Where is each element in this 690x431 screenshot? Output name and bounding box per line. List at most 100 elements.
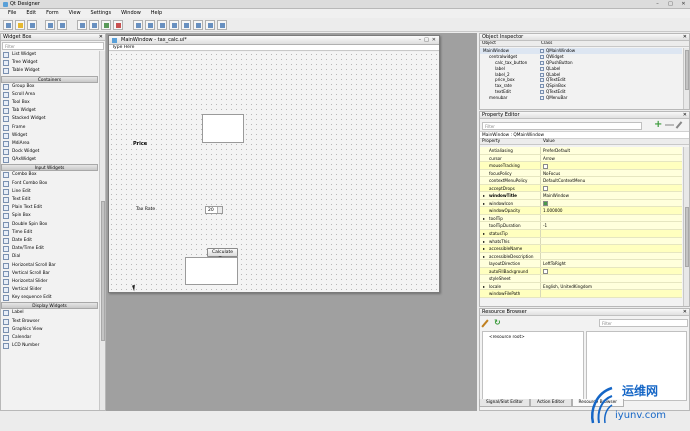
dock-close-icon[interactable]: ✕ [683,309,687,316]
expand-arrow-icon[interactable]: ▸ [483,245,485,252]
property-value-cell[interactable] [541,245,682,252]
add-property-icon[interactable]: + [654,120,662,130]
object-inspector-scrollbar[interactable] [683,48,689,109]
property-value-cell[interactable] [541,238,682,245]
close-button[interactable]: ✕ [679,1,688,7]
expand-arrow-icon[interactable]: ▸ [483,200,485,207]
scrollbar-thumb[interactable] [685,207,689,267]
property-row[interactable]: ▸ statusTip [480,230,682,238]
property-value-cell[interactable] [541,268,682,275]
widget-box-item[interactable]: Scroll Area [1,91,98,99]
maximize-button[interactable]: □ [666,1,675,7]
menu-window[interactable]: Window [116,9,146,18]
tax-rate-label[interactable]: Tax Rate [136,207,155,212]
edit-tab-order-button[interactable] [113,20,123,30]
spin-arrows-icon[interactable] [217,207,222,213]
form-maximize-button[interactable]: □ [424,36,429,45]
property-row[interactable]: mouseTracking [480,162,682,170]
form-layout-button[interactable] [181,20,191,30]
menu-edit[interactable]: Edit [21,9,41,18]
form-close-button[interactable]: ✕ [432,36,436,45]
result-text-edit[interactable] [185,257,238,285]
lay-out-horizontally-button[interactable] [133,20,143,30]
widget-box-item[interactable]: Stacked Widget [1,115,98,123]
menu-file[interactable]: File [3,9,21,18]
edit-widgets-button[interactable] [77,20,87,30]
widget-category[interactable]: Containers [1,75,98,83]
col-object[interactable]: Object [480,41,539,46]
expand-arrow-icon[interactable]: ▸ [483,215,485,222]
adjust-size-button[interactable] [217,20,227,30]
remove-property-icon[interactable] [665,124,674,126]
widget-box-item[interactable]: Text Browser [1,318,98,326]
vsplitter-button[interactable] [169,20,179,30]
property-row[interactable]: autoFillBackground [480,267,682,276]
widget-box-item[interactable]: Tab Widget [1,107,98,115]
property-value-cell[interactable]: NoFocus [541,170,682,177]
property-value-cell[interactable]: Arrow [541,155,682,162]
expand-arrow-icon[interactable]: ▸ [483,253,485,260]
widget-box-item[interactable]: Date/Time Edit [1,245,98,253]
property-value-cell[interactable] [541,230,682,237]
expand-arrow-icon[interactable]: ▸ [483,238,485,245]
widget-box-item[interactable]: Key sequence Edit [1,294,98,302]
property-checkbox[interactable] [543,201,548,207]
resource-root-item[interactable]: <resource root> [489,335,525,340]
widget-box-item[interactable]: Frame [1,124,98,132]
property-value-cell[interactable]: English, UnitedKingdom [541,283,682,290]
widget-box-item[interactable]: Graphics View [1,326,98,334]
property-editor-scrollbar[interactable] [683,147,689,306]
widget-box-item[interactable]: Dock Widget [1,148,98,156]
edit-buddies-button[interactable] [101,20,111,30]
widget-box-item[interactable]: QAxWidget [1,156,98,164]
col-value[interactable]: Value [541,139,555,144]
property-row[interactable]: Antialiasing PreferDefault [480,147,682,155]
new-form-button[interactable] [3,20,13,30]
property-row[interactable]: acceptDrops [480,184,682,193]
widget-box-item[interactable]: Vertical Slider [1,286,98,294]
property-row[interactable]: ▸ toolTip [480,214,682,223]
tax-rate-spinbox[interactable]: 20 [205,206,223,214]
property-row[interactable]: ▸ whatsThis [480,237,682,246]
widget-box-item[interactable]: Text Edit [1,196,98,204]
property-row[interactable]: toolTipDuration -1 [480,222,682,231]
widget-category[interactable]: Input Widgets [1,164,98,172]
property-value-cell[interactable] [541,215,682,222]
widget-box-item[interactable]: Line Edit [1,188,98,196]
expand-arrow-icon[interactable]: ▸ [483,230,485,237]
property-value-cell[interactable] [541,185,682,192]
expand-arrow-icon[interactable]: ▸ [483,283,485,290]
scrollbar-thumb[interactable] [101,201,105,341]
configure-icon[interactable] [675,121,683,129]
widget-box-item[interactable]: Group Box [1,83,98,91]
reload-icon[interactable]: ↻ [494,318,501,327]
widget-box-item[interactable]: Table Widget [1,67,98,75]
widget-box-item[interactable]: MdiArea [1,140,98,148]
widget-box-item[interactable]: List Widget [1,51,98,59]
edit-signals-slots-button[interactable] [89,20,99,30]
widget-box-item[interactable]: Time Edit [1,229,98,237]
lay-out-vertically-button[interactable] [145,20,155,30]
property-row[interactable]: styleSheet [480,275,682,283]
minimize-button[interactable]: – [653,1,662,7]
widget-box-item[interactable]: LCD Number [1,342,98,350]
property-row[interactable]: contextMenuPolicy DefaultContextMenu [480,177,682,185]
property-value-cell[interactable]: 1.000000 [541,207,682,214]
form-menubar-placeholder[interactable]: Type Here [109,45,439,51]
widget-box-item[interactable]: Date Edit [1,237,98,245]
widget-box-filter-input[interactable]: Filter [2,42,104,50]
resource-filter-input[interactable]: Filter [599,319,688,327]
object-tree-row[interactable]: menubar QMenuBar [480,95,682,101]
price-text-edit[interactable] [202,114,244,143]
menu-settings[interactable]: Settings [86,9,117,18]
bring-to-front-button[interactable] [57,20,67,30]
widget-box-item[interactable]: Horizontal Slider [1,278,98,286]
property-row[interactable]: ▸ accessibleName [480,245,682,253]
grid-layout-button[interactable] [193,20,203,30]
tab-signal-slot-editor[interactable]: Signal/Slot Editor [479,399,530,407]
widget-box-item[interactable]: Font Combo Box [1,180,98,188]
col-property[interactable]: Property [480,139,541,144]
edit-resources-icon[interactable] [481,319,489,328]
hsplitter-button[interactable] [157,20,167,30]
property-value-cell[interactable] [541,290,682,297]
